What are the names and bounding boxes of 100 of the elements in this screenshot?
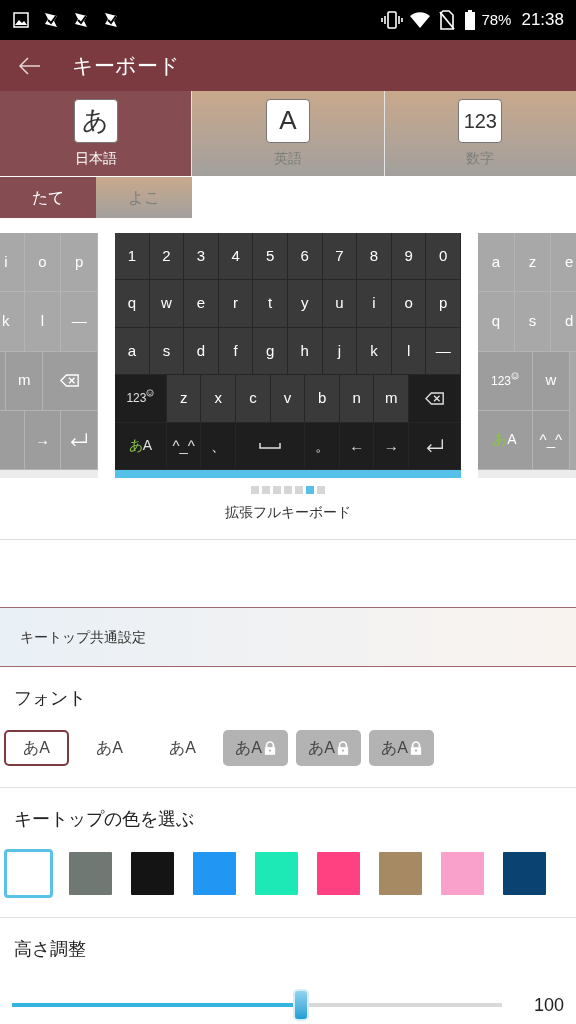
notification-icon — [42, 11, 60, 29]
font-option[interactable]: あA — [369, 730, 434, 766]
color-swatch[interactable] — [376, 849, 425, 898]
key-label: m — [17, 370, 31, 391]
key-label: 、 — [210, 435, 226, 456]
key-label: → — [383, 435, 399, 456]
key-label: y — [301, 293, 309, 314]
image-icon — [12, 11, 30, 29]
key-label: e — [565, 251, 574, 272]
key-label: あA — [493, 430, 517, 450]
key-label: k — [370, 340, 378, 361]
key-label: あA — [128, 436, 153, 456]
key-label: ← — [349, 435, 365, 456]
key-label: — — [71, 311, 87, 332]
key-label: i — [4, 251, 8, 272]
lock-icon — [263, 741, 276, 755]
key-label: p — [439, 293, 448, 314]
height-slider[interactable] — [12, 989, 502, 1021]
enter-icon — [69, 432, 90, 448]
setting-title: キートップの色を選ぶ — [14, 809, 194, 829]
key-label: f — [233, 340, 238, 361]
setting-title: 高さ調整 — [14, 939, 86, 959]
key-label: ^_^ — [172, 435, 195, 456]
key-label: 8 — [369, 245, 379, 266]
key-label: — — [435, 340, 451, 361]
font-option[interactable]: あA — [4, 730, 69, 766]
key-label: p — [75, 251, 84, 272]
vibrate-icon — [381, 10, 404, 30]
notification-icon — [102, 11, 120, 29]
setting-title: フォント — [14, 688, 86, 708]
color-swatch[interactable] — [4, 849, 53, 898]
key-label: z — [179, 388, 188, 409]
keyboard-type-tab[interactable]: あ 日本語 — [0, 91, 192, 176]
slider-value: 100 — [533, 993, 564, 1017]
battery-percentage: 78% — [481, 9, 512, 30]
no-sim-icon — [439, 10, 456, 30]
key-label: i — [372, 293, 376, 314]
key-label: d — [196, 340, 206, 361]
lock-icon — [409, 741, 422, 755]
font-option[interactable]: あA — [77, 730, 142, 766]
key-label: 123 — [126, 390, 147, 408]
key-label: l — [406, 340, 411, 361]
key-label: b — [317, 388, 327, 409]
key-label: r — [233, 293, 239, 314]
font-option[interactable]: あA — [150, 730, 215, 766]
key-label: d — [565, 311, 574, 332]
orientation-tab[interactable]: たて — [0, 177, 96, 218]
key-label: 7 — [335, 245, 344, 266]
smiley-icon — [511, 371, 519, 380]
key-label: c — [249, 388, 257, 409]
color-swatch[interactable] — [66, 849, 115, 898]
key-label: w — [545, 370, 557, 391]
key-label: v — [283, 388, 292, 409]
battery-icon — [465, 10, 476, 30]
key-label: x — [214, 388, 223, 409]
back-arrow-icon[interactable] — [18, 55, 42, 76]
wifi-icon — [409, 11, 432, 29]
key-label: 。 — [314, 435, 330, 456]
key-label: g — [266, 340, 275, 361]
color-swatch[interactable] — [190, 849, 239, 898]
key-label: o — [38, 251, 47, 272]
key-label: 1 — [127, 245, 136, 266]
color-swatch[interactable] — [500, 849, 549, 898]
color-swatch[interactable] — [252, 849, 301, 898]
smiley-icon — [146, 389, 155, 398]
clock-time: 21:38 — [521, 9, 564, 32]
key-label: 2 — [162, 245, 171, 266]
keyboard-name: 拡張フルキーボード — [225, 504, 351, 520]
key-label: t — [268, 293, 273, 314]
key-label: q — [491, 311, 500, 332]
lock-icon — [336, 741, 349, 755]
slider-thumb[interactable] — [293, 989, 310, 1021]
key-label: w — [160, 293, 172, 314]
key-label: s — [162, 340, 171, 361]
key-label: u — [335, 293, 344, 314]
font-option[interactable]: あA — [296, 730, 361, 766]
key-label: 3 — [196, 245, 206, 266]
key-label: a — [127, 340, 136, 361]
key-label: h — [300, 340, 309, 361]
key-label: q — [127, 293, 136, 314]
key-label: m — [385, 388, 398, 409]
font-option[interactable]: あA — [223, 730, 288, 766]
key-label: z — [528, 251, 537, 272]
color-swatch[interactable] — [438, 849, 487, 898]
enter-icon — [424, 438, 445, 454]
key-label: n — [352, 388, 361, 409]
notification-icon — [72, 11, 90, 29]
key-label: k — [2, 311, 10, 332]
key-label: 123 — [491, 372, 511, 390]
key-label: o — [404, 293, 413, 314]
screen-title: キーボード — [72, 52, 180, 79]
key-label: j — [337, 340, 342, 361]
key-label: 0 — [439, 245, 448, 266]
color-swatch[interactable] — [128, 849, 177, 898]
key-label: 6 — [300, 245, 309, 266]
key-label: ^_^ — [539, 429, 563, 450]
key-label: 5 — [266, 245, 275, 266]
key-label: s — [528, 311, 537, 332]
color-swatch[interactable] — [314, 849, 363, 898]
key-label: 9 — [404, 245, 413, 266]
